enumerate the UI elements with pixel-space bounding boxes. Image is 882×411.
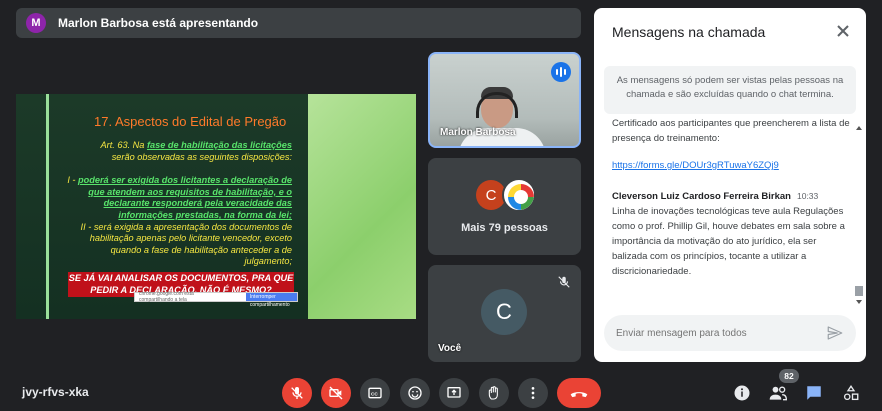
chat-notice: As mensagens só podem ser vistas pelas p…	[604, 66, 856, 114]
activities-icon[interactable]	[840, 382, 862, 404]
speaker-name: Marlon Barbosa	[440, 127, 516, 138]
chat-timestamp: 10:33	[796, 191, 819, 201]
people-icon[interactable]	[767, 382, 789, 404]
close-icon[interactable]	[834, 22, 852, 40]
chat-message: Linha de inovações tecnológicas teve aul…	[612, 206, 845, 277]
captions-icon[interactable]: CC	[360, 378, 390, 408]
chat-link[interactable]: https://forms.gle/DOUr3gRTuwaY6ZQj9	[612, 158, 850, 173]
scroll-thumb[interactable]	[855, 286, 863, 296]
slide-accent-bar	[46, 94, 49, 319]
chat-messages[interactable]: Certificado aos participantes que preenc…	[612, 116, 850, 292]
raise-hand-icon[interactable]	[479, 378, 509, 408]
chat-sender: Cleverson Luiz Cardoso Ferreira Birkan 10…	[612, 189, 850, 204]
participant-photo	[502, 178, 536, 212]
screen-share-notice: chrome.google.com está compartilhando a …	[134, 291, 298, 308]
speaking-indicator-icon	[551, 62, 571, 82]
emoji-icon[interactable]	[400, 378, 430, 408]
slide-art-suffix: serão observadas as seguintes disposiçõe…	[111, 151, 292, 162]
stop-sharing-button[interactable]: Interromper compartilhamento	[245, 293, 297, 308]
slide-art-prefix: Art. 63. Na	[100, 140, 147, 150]
slide-title: 17. Aspectos do Edital de Pregão	[94, 114, 287, 129]
slide-article: Art. 63. Na fase de habilitação das lici…	[64, 140, 293, 163]
chat-scrollbar[interactable]	[854, 126, 864, 304]
present-icon[interactable]	[439, 378, 469, 408]
more-options-icon[interactable]	[518, 378, 548, 408]
chat-sender-name: Cleverson Luiz Cardoso Ferreira Birkan	[612, 191, 791, 202]
slide-light-panel	[308, 94, 416, 319]
camera-off-icon[interactable]	[321, 378, 351, 408]
svg-text:CC: CC	[371, 391, 378, 396]
participant-count-badge: 82	[779, 369, 799, 383]
info-icon[interactable]	[731, 382, 753, 404]
shared-screen: 17. Aspectos do Edital de Pregão Art. 63…	[16, 94, 416, 319]
presenter-banner: M Marlon Barbosa está apresentando	[16, 8, 581, 38]
chat-input[interactable]	[604, 315, 856, 351]
others-tile[interactable]: C Mais 79 pessoas	[428, 158, 581, 255]
self-tile[interactable]: C Você	[428, 265, 581, 362]
mic-off-icon	[557, 275, 571, 294]
presenter-avatar: M	[26, 13, 46, 33]
send-icon[interactable]	[826, 324, 844, 342]
slide-item-2: II - será exigida a apresentação dos doc…	[80, 221, 292, 267]
slide-item1-text: poderá ser exigida dos licitantes a decl…	[78, 175, 292, 220]
chat-title: Mensagens na chamada	[612, 24, 766, 40]
chat-panel: Mensagens na chamada As mensagens só pod…	[594, 8, 866, 362]
screen-share-text: chrome.google.com está compartilhando a …	[139, 291, 194, 303]
slide-body: Art. 63. Na fase de habilitação das lici…	[64, 140, 292, 268]
more-participants-label: Mais 79 pessoas	[461, 222, 548, 234]
chat-message: Certificado aos participantes que preenc…	[612, 118, 850, 144]
mic-off-icon[interactable]	[282, 378, 312, 408]
speaker-tile[interactable]: Marlon Barbosa	[428, 52, 581, 148]
slide-item-1: I - poderá ser exigida dos licitantes a …	[64, 175, 292, 221]
scroll-up-icon[interactable]	[856, 126, 862, 130]
scroll-down-icon[interactable]	[856, 300, 862, 304]
slide-item1-prefix: I -	[67, 175, 79, 186]
meeting-code: jvy-rfvs-xka	[22, 385, 89, 399]
self-avatar: C	[481, 289, 527, 335]
chat-icon[interactable]	[803, 382, 825, 404]
end-call-icon[interactable]	[557, 378, 601, 408]
slide-art-link: fase de habilitação das licitações	[146, 140, 292, 150]
presenter-label: Marlon Barbosa está apresentando	[58, 16, 259, 30]
self-name: Você	[438, 343, 462, 354]
